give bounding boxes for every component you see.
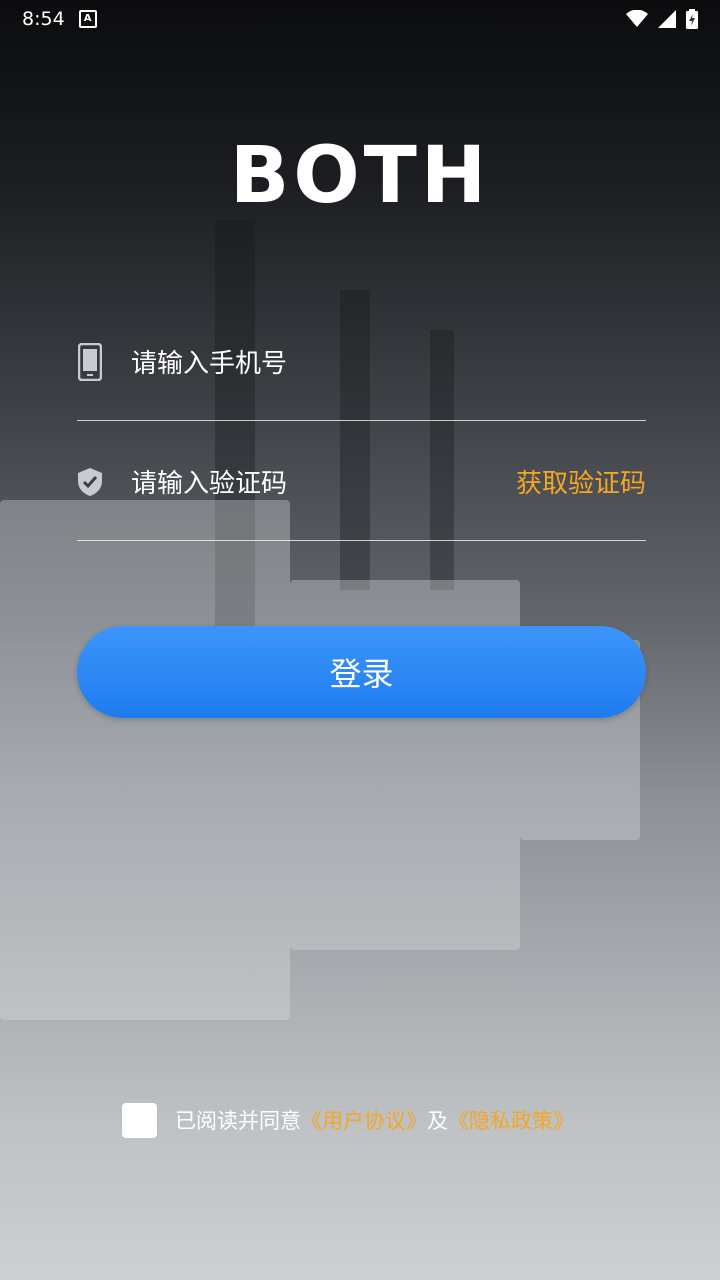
app-logo: BOTH — [229, 131, 491, 221]
phone-icon — [77, 342, 103, 381]
agreement-conjunction: 及 — [427, 1109, 448, 1133]
agreement-prefix: 已阅读并同意 — [175, 1109, 301, 1133]
agreement-row: 已阅读并同意 《用户协议》 及 《隐私政策》 — [122, 1102, 574, 1138]
user-agreement-link[interactable]: 《用户协议》 — [301, 1105, 427, 1135]
login-button[interactable]: 登录 — [77, 626, 646, 718]
signal-icon — [658, 10, 676, 28]
wifi-icon — [626, 10, 648, 27]
status-time: 8:54 — [22, 8, 65, 30]
shield-check-icon — [77, 467, 103, 497]
privacy-policy-link[interactable]: 《隐私政策》 — [448, 1105, 574, 1135]
phone-input[interactable]: 请输入手机号 — [131, 343, 646, 380]
phone-field[interactable]: 请输入手机号 — [77, 303, 646, 421]
code-field[interactable]: 请输入验证码 获取验证码 — [77, 423, 646, 541]
status-bar: 8:54 A — [0, 0, 720, 38]
agree-checkbox[interactable] — [122, 1102, 157, 1138]
notification-icon: A — [78, 10, 97, 28]
get-code-button[interactable]: 获取验证码 — [516, 463, 646, 500]
battery-icon — [686, 9, 698, 29]
code-input[interactable]: 请输入验证码 — [131, 463, 516, 500]
